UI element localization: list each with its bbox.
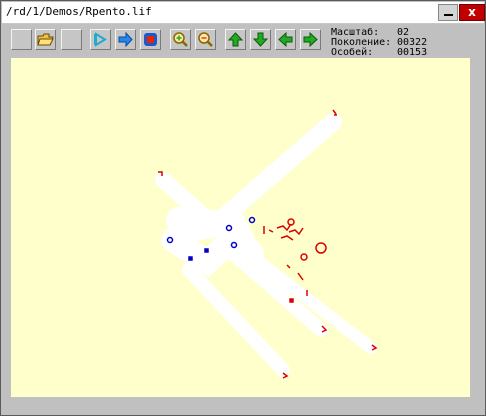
scroll-right-button[interactable] <box>300 29 321 50</box>
minimize-button[interactable] <box>438 4 458 21</box>
cell-block <box>188 256 193 261</box>
blank-button-2[interactable] <box>61 29 82 50</box>
life-field-canvas[interactable] <box>11 58 470 397</box>
zoom-in-button[interactable] <box>170 29 191 50</box>
arrow-left-icon <box>278 31 293 48</box>
life-field <box>155 109 378 379</box>
title-bar[interactable]: /rd/1/Demos/Rpento.lif x <box>2 2 485 24</box>
trail-blob-2 <box>161 228 237 278</box>
cell-cluster <box>280 235 294 241</box>
arrow-right-icon <box>118 31 133 48</box>
blank-button-1[interactable] <box>11 29 32 50</box>
population-value: 00153 <box>397 47 428 58</box>
cell-ring <box>300 253 308 261</box>
cell-cluster <box>288 227 304 236</box>
blank-icon <box>13 31 30 48</box>
zoom-in-icon <box>173 32 188 47</box>
blank-icon <box>63 31 80 48</box>
population-label: Особей: <box>331 47 374 58</box>
arrow-down-icon <box>252 32 269 47</box>
minimize-icon <box>444 14 453 16</box>
run-button[interactable] <box>115 29 136 50</box>
stats-panel: Масштаб: 02 Поколение: 00322 Особей: 00153 <box>331 28 427 58</box>
window-title: /rd/1/Demos/Rpento.lif <box>6 5 152 18</box>
zoom-out-icon <box>198 32 213 47</box>
step-button[interactable] <box>90 29 111 50</box>
app-window: /rd/1/Demos/Rpento.lif x Масштаб: 02 Пок… <box>0 0 486 416</box>
scroll-left-button[interactable] <box>275 29 296 50</box>
cell-block <box>289 298 294 303</box>
scroll-up-button[interactable] <box>225 29 246 50</box>
stop-button[interactable] <box>140 29 161 50</box>
cell-cluster <box>263 226 274 234</box>
open-folder-icon <box>37 33 54 46</box>
population-row: Особей: 00153 <box>331 48 427 58</box>
trail-layer <box>155 113 377 377</box>
cell-ring <box>315 242 327 254</box>
arrow-right-green-icon <box>303 31 318 48</box>
open-file-button[interactable] <box>35 29 56 50</box>
close-button[interactable]: x <box>459 4 485 21</box>
stop-icon <box>144 33 157 46</box>
cell-block <box>204 248 209 253</box>
cell-cluster <box>248 216 256 224</box>
scroll-down-button[interactable] <box>250 29 271 50</box>
arrow-up-icon <box>227 32 244 47</box>
step-icon <box>94 32 107 47</box>
zoom-out-button[interactable] <box>195 29 216 50</box>
